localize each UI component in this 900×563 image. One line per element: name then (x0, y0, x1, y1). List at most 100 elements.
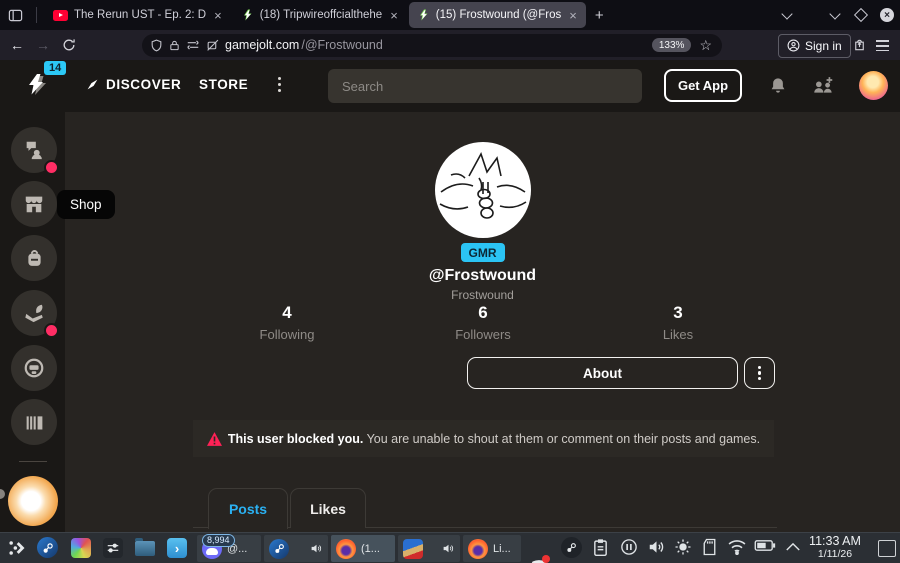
wifi-tray-icon[interactable] (727, 538, 747, 555)
sidebar-bot-button[interactable] (11, 345, 57, 391)
tab-title: The Rerun UST - Ep. 2: D (74, 9, 207, 21)
tab-likes-label: Likes (310, 500, 346, 517)
kebab-icon (757, 365, 762, 381)
tray-expand-chevron-icon[interactable] (785, 541, 801, 552)
settings-sliders-icon[interactable] (103, 538, 123, 558)
taskbar-clock[interactable]: 11:33 AM 1/11/26 (800, 534, 870, 560)
minimize-button[interactable] (822, 0, 848, 30)
sidebar-library-button[interactable] (11, 399, 57, 445)
shield-icon[interactable] (150, 39, 163, 52)
taskbar-window-firefox-active[interactable]: (1... (331, 535, 395, 562)
nav-discover[interactable]: DISCOVER (86, 77, 181, 92)
profile-more-button[interactable] (744, 357, 775, 389)
about-button[interactable]: About (467, 357, 738, 389)
chat-user-icon (26, 141, 42, 160)
bot-icon (24, 358, 44, 378)
stat-value: 3 (673, 303, 683, 322)
stat-label: Followers (455, 327, 511, 342)
diamond-icon (853, 7, 869, 23)
user-avatar[interactable] (859, 71, 888, 100)
friends-icon[interactable] (812, 76, 834, 96)
unread-count-badge: 8,994 (202, 534, 235, 547)
menu-hamburger-icon[interactable] (876, 40, 889, 52)
prism-launcher-icon[interactable] (71, 538, 91, 558)
gamejolt-logo-icon[interactable] (26, 71, 50, 99)
brightness-tray-icon[interactable] (674, 538, 692, 556)
sd-card-tray-icon[interactable] (702, 538, 717, 556)
tab-likes[interactable]: Likes (290, 488, 366, 528)
battery-tray-icon[interactable] (754, 538, 776, 553)
browser-tab-gamejolt-active[interactable]: (15) Frostwound (@Fros × (408, 2, 586, 28)
gamejolt-favicon-icon (419, 9, 428, 21)
search-input[interactable] (328, 69, 642, 103)
discover-store-icon[interactable]: › (167, 538, 187, 558)
stat-value: 6 (478, 303, 488, 322)
maximize-button[interactable] (848, 0, 874, 30)
taskbar-window-game[interactable] (398, 535, 460, 562)
blocked-permission-icon[interactable] (206, 39, 219, 52)
firefox-view-icon[interactable] (0, 2, 30, 28)
lock-icon[interactable] (169, 39, 180, 52)
firefox-icon (468, 538, 488, 559)
file-manager-icon[interactable] (135, 538, 155, 556)
sidebar-backpack-button[interactable] (11, 235, 57, 281)
bookmark-star-icon[interactable]: ☆ (699, 37, 712, 54)
nav-store[interactable]: STORE (199, 77, 248, 92)
screen: The Rerun UST - Ep. 2: D × (18) Tripwire… (0, 0, 900, 563)
steam-tray-icon[interactable] (561, 537, 582, 558)
youtube-favicon-icon (53, 9, 68, 21)
discord-tray-icon[interactable] (528, 555, 550, 563)
stat-likes[interactable]: 3 Likes (598, 303, 758, 342)
tab-close-icon[interactable]: × (214, 8, 222, 23)
notifications-bell-icon[interactable] (769, 76, 787, 95)
sidebar-shop-button[interactable] (11, 181, 57, 227)
get-app-button[interactable]: Get App (664, 69, 742, 102)
blocked-body: You are unable to shout at them or comme… (366, 431, 761, 446)
stat-label: Following (259, 327, 315, 342)
tab-posts[interactable]: Posts (208, 488, 288, 529)
reload-button[interactable] (56, 38, 82, 52)
list-all-tabs-button[interactable] (774, 0, 800, 30)
taskbar-window-chat[interactable]: 8,994 @... (197, 534, 261, 562)
forward-button[interactable]: → (30, 37, 56, 53)
zoom-level-badge[interactable]: 133% (651, 38, 692, 52)
stat-following[interactable]: 4 Following (207, 303, 367, 342)
chevron-down-icon (829, 7, 841, 20)
stat-followers[interactable]: 6 Followers (403, 303, 563, 342)
taskbar-window-steam[interactable] (264, 535, 328, 562)
browser-tab-gamejolt-1[interactable]: (18) Tripwireoffcialthehe × (233, 2, 407, 28)
close-window-button[interactable]: × (874, 0, 900, 30)
sidebar-user-avatar[interactable] (8, 476, 58, 526)
warning-icon (206, 431, 222, 446)
import-icon[interactable] (852, 36, 867, 52)
gamejolt-sidebar (0, 112, 65, 532)
sidebar-chat-button[interactable] (11, 127, 59, 175)
app-launcher-icon[interactable] (7, 538, 27, 558)
tab-close-icon[interactable]: × (569, 8, 577, 23)
tab-close-icon[interactable]: × (390, 8, 398, 23)
taskbar-window-firefox-2[interactable]: Li... (463, 535, 521, 562)
clipboard-tray-icon[interactable] (592, 538, 609, 557)
permissions-toggle-icon[interactable] (186, 39, 200, 51)
audio-playing-icon (443, 544, 454, 553)
nav-more-menu[interactable] (278, 77, 282, 92)
show-desktop-button[interactable] (878, 540, 896, 557)
profile-avatar[interactable] (435, 142, 531, 238)
media-pause-tray-icon[interactable] (620, 538, 638, 556)
new-tab-button[interactable]: + (587, 7, 612, 24)
game-sprite-icon (403, 538, 423, 559)
close-icon: × (880, 8, 894, 22)
profile-page: GMR @Frostwound Frostwound 4 Following 6… (65, 112, 900, 532)
back-button[interactable]: ← (4, 37, 30, 53)
profile-display-name: Frostwound (451, 288, 514, 302)
browser-tab-youtube[interactable]: The Rerun UST - Ep. 2: D × (44, 2, 231, 28)
profile-username: @Frostwound (428, 267, 537, 284)
steam-launcher-icon[interactable] (37, 537, 58, 558)
url-domain: gamejolt.com (225, 38, 300, 52)
sidebar-quests-button[interactable] (11, 290, 59, 338)
store-glyph: › (174, 540, 180, 556)
volume-tray-icon[interactable] (647, 538, 666, 556)
url-bar[interactable]: gamejolt.com/@Frostwound 133% ☆ (142, 33, 722, 57)
nav-store-label: STORE (199, 77, 249, 92)
sign-in-button[interactable]: Sign in (778, 33, 851, 58)
